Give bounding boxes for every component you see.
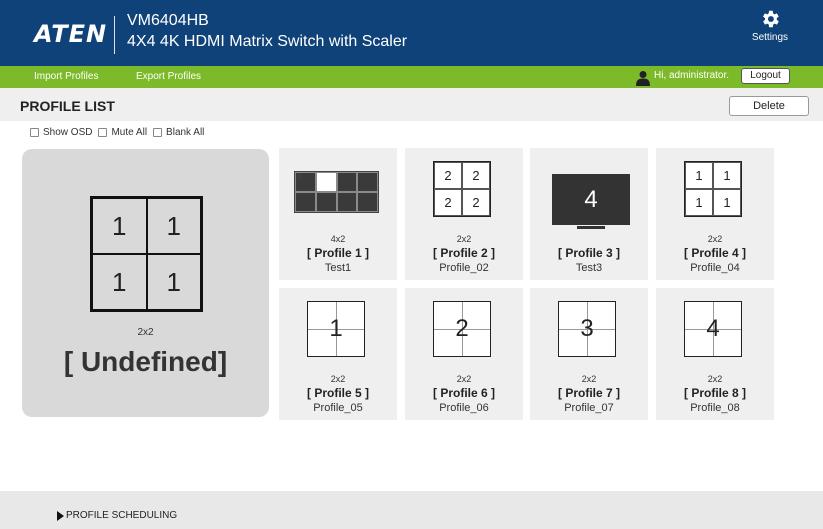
tv-screen-thumbnail: 4 — [552, 174, 630, 225]
profile-scheduling-label: PROFILE SCHEDULING — [66, 510, 178, 521]
profile-layout-label: 2x2 — [456, 234, 472, 244]
profile-layout-thumbnail: 1 — [307, 301, 365, 357]
profile-layout-thumbnail: 4 — [684, 301, 742, 357]
layout-cell — [315, 192, 337, 212]
layout-cell: 2 — [462, 189, 490, 216]
screen-number: 3 — [580, 315, 594, 342]
profile-layout-thumbnail: 1 1 1 1 — [684, 161, 742, 217]
profile-scheduling-toggle[interactable]: PROFILE SCHEDULING — [57, 510, 177, 521]
delete-button[interactable]: Delete — [729, 96, 809, 116]
profile-layout-thumbnail: 3 — [558, 301, 616, 357]
screen-number: 1 — [329, 315, 343, 342]
profile-name: [ Profile 3 ] — [557, 246, 620, 260]
logout-button[interactable]: Logout — [741, 68, 790, 84]
profile-layout-label: 4x2 — [330, 234, 346, 244]
screen-number: 2 — [455, 315, 469, 342]
profile-card-7[interactable]: 3 2x2 [ Profile 7 ] Profile_07 — [530, 288, 648, 420]
show-osd-label: Show OSD — [43, 127, 93, 138]
tv-stand — [577, 226, 605, 229]
show-osd-option[interactable]: Show OSD — [30, 127, 92, 138]
profile-card-1[interactable]: 2 4x2 [ Profile 1 ] Test1 — [279, 148, 397, 280]
profile-name: [ Profile 6 ] — [432, 386, 495, 400]
layout-cell — [315, 172, 337, 192]
profile-name: [ Profile 1 ] — [306, 246, 369, 260]
blank-all-label: Blank All — [166, 127, 205, 138]
mute-all-label: Mute All — [111, 127, 148, 138]
expand-arrow-icon — [57, 510, 64, 521]
screen-number: 4 — [706, 315, 720, 342]
profile-card-4[interactable]: 1 1 1 1 2x2 [ Profile 4 ] Profile_04 — [656, 148, 774, 280]
profile-description: Profile_05 — [313, 402, 363, 414]
layout-cell: 1 — [713, 189, 741, 216]
profile-description: Profile_06 — [439, 402, 489, 414]
layout-cell — [357, 172, 378, 192]
layout-cell: 2 — [295, 172, 316, 192]
product-subtitle: 4X4 4K HDMI Matrix Switch with Scaler — [127, 33, 408, 50]
menu-bar: Import Profiles Export Profiles Hi, admi… — [0, 66, 823, 88]
page-title: PROFILE LIST — [20, 98, 115, 114]
profile-layout-label: 2x2 — [707, 234, 723, 244]
layout-cell — [336, 172, 358, 192]
user-greeting: Hi, administrator. — [654, 70, 730, 81]
layout-cell — [295, 192, 316, 212]
profile-description: Profile_04 — [690, 262, 740, 274]
preview-cell: 1 — [92, 254, 147, 310]
layout-cell — [336, 192, 358, 212]
profile-description: Test1 — [324, 262, 352, 274]
profile-preview-panel: 1 1 1 1 2x2 [ Undefined] — [22, 149, 269, 417]
layout-cell: 2 — [434, 162, 462, 189]
mute-all-checkbox[interactable] — [98, 128, 108, 137]
profile-name: [ Profile 8 ] — [683, 386, 746, 400]
profile-name: [ Profile 4 ] — [683, 246, 746, 260]
layout-cell: 2 — [434, 189, 462, 216]
profile-description: Profile_07 — [564, 402, 614, 414]
profile-name: [ Profile 7 ] — [557, 386, 620, 400]
profile-layout-label: 2x2 — [707, 374, 723, 384]
profile-layout-thumbnail: 2 — [433, 301, 491, 357]
mute-all-option[interactable]: Mute All — [98, 127, 147, 138]
preview-layout-label: 2x2 — [137, 327, 154, 338]
profile-name: [ Profile 5 ] — [306, 386, 369, 400]
profile-description: Profile_08 — [690, 402, 740, 414]
preview-cell: 1 — [92, 198, 147, 254]
profile-card-3[interactable]: 4 [ Profile 3 ] Test3 — [530, 148, 648, 280]
profile-list-toolbar: PROFILE LIST Delete — [0, 88, 823, 121]
profile-layout-label: 2x2 — [456, 374, 472, 384]
preview-profile-name: [ Undefined] — [63, 346, 228, 377]
show-osd-checkbox[interactable] — [30, 128, 39, 137]
model-name: VM6404HB — [127, 12, 209, 29]
profile-description: Profile_02 — [439, 262, 489, 274]
blank-all-option[interactable]: Blank All — [153, 127, 204, 138]
scheduling-section: PROFILE SCHEDULING — [0, 491, 823, 529]
gear-icon — [763, 10, 779, 28]
layout-cell: 2 — [462, 162, 490, 189]
settings-button[interactable]: Settings — [748, 8, 792, 48]
layout-cell: 1 — [713, 162, 741, 189]
profile-layout-label: 2x2 — [581, 374, 597, 384]
profile-layout-label: 2x2 — [330, 374, 346, 384]
export-profiles-link[interactable]: Export Profiles — [136, 71, 201, 82]
profile-card-5[interactable]: 1 2x2 [ Profile 5 ] Profile_05 — [279, 288, 397, 420]
app-header: ATEN VM6404HB 4X4 4K HDMI Matrix Switch … — [0, 0, 823, 66]
import-profiles-link[interactable]: Import Profiles — [34, 71, 98, 82]
profile-layout-thumbnail: 2 — [294, 171, 379, 213]
blank-all-checkbox[interactable] — [153, 128, 163, 137]
profile-card-2[interactable]: 2 2 2 2 2x2 [ Profile 2 ] Profile_02 — [405, 148, 523, 280]
layout-cell: 1 — [685, 189, 713, 216]
profile-name: [ Profile 2 ] — [432, 246, 495, 260]
preview-cell: 1 — [146, 254, 201, 310]
layout-cell: 1 — [685, 162, 713, 189]
settings-label: Settings — [751, 32, 789, 43]
header-divider — [114, 16, 115, 54]
layout-cell — [357, 192, 378, 212]
display-options: Show OSD Mute All Blank All — [30, 127, 210, 138]
preview-cell: 1 — [146, 198, 201, 254]
preview-layout-grid: 1 1 1 1 — [90, 196, 203, 312]
profile-card-6[interactable]: 2 2x2 [ Profile 6 ] Profile_06 — [405, 288, 523, 420]
profile-card-8[interactable]: 4 2x2 [ Profile 8 ] Profile_08 — [656, 288, 774, 420]
user-icon — [636, 71, 650, 86]
aten-logo: ATEN — [34, 20, 108, 48]
profile-description: Test3 — [575, 262, 603, 274]
profile-layout-thumbnail: 2 2 2 2 — [433, 161, 491, 217]
